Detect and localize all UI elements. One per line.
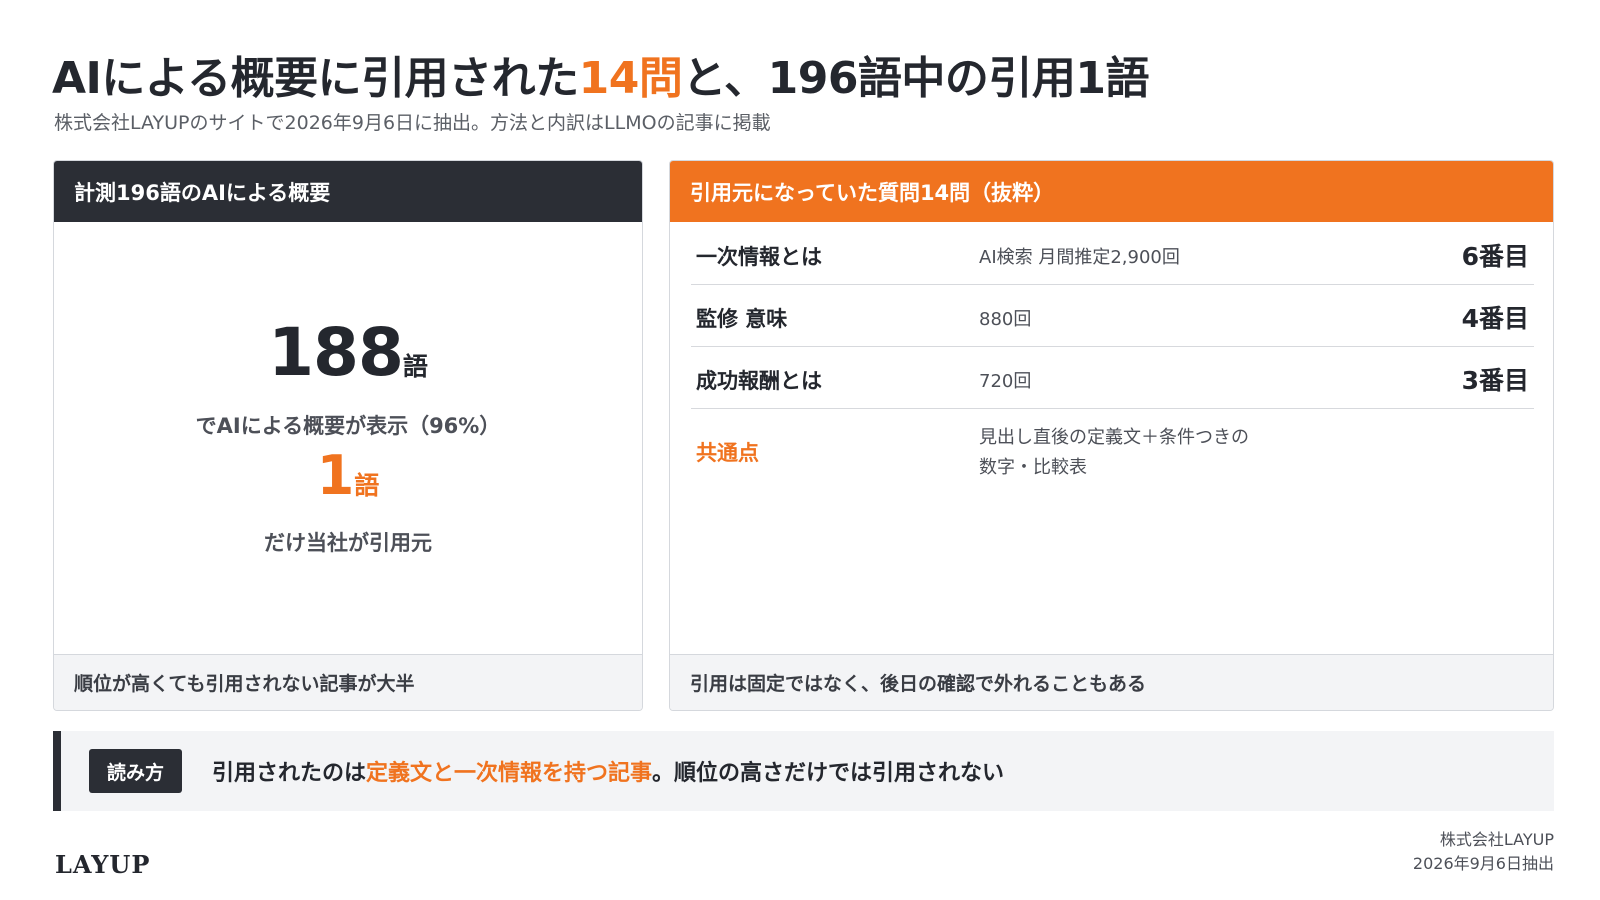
reading-guide-badge: 読み方 xyxy=(89,749,183,793)
cited-questions-heading: 引用元になっていた質問14問（抜粋） xyxy=(670,161,1553,222)
overview-count-value: 188 xyxy=(268,314,404,391)
question-row: 一次情報とは AI検索 月間推定2,900回 6番目 xyxy=(691,222,1534,285)
reading-guide-text: 引用されたのは定義文と一次情報を持つ記事。順位の高さだけでは引用されない xyxy=(212,755,1004,787)
question-keyword: 成功報酬とは xyxy=(696,369,822,393)
common-point-line1: 見出し直後の定義文＋条件つきの xyxy=(979,427,1249,448)
reading-text-part2: 。順位の高さだけでは引用されない xyxy=(652,761,1005,786)
title-part1: AIによる概要に引用された xyxy=(52,53,579,104)
page-subtitle: 株式会社LAYUPのサイトで2026年9月6日に抽出。方法と内訳はLLMOの記事… xyxy=(54,112,771,134)
question-rank: 3番目 xyxy=(1461,366,1529,395)
measurement-stats: 188語 でAIによる概要が表示（96%） 1語 だけ当社が引用元 xyxy=(54,222,642,654)
footer-company: 株式会社LAYUP xyxy=(1439,830,1554,849)
question-keyword: 監修 意味 xyxy=(696,307,788,331)
cited-count-unit: 語 xyxy=(354,471,380,500)
page-title: AIによる概要に引用された14問と、196語中の引用1語 xyxy=(52,42,1150,106)
cited-count-label: だけ当社が引用元 xyxy=(264,531,432,555)
title-part2: と、196語中の引用1語 xyxy=(682,53,1150,104)
layup-logo: LAYUP xyxy=(55,850,151,879)
title-accent: 14問 xyxy=(578,53,683,104)
overview-count-unit: 語 xyxy=(402,352,428,381)
cited-count: 1語 xyxy=(54,444,642,507)
overview-count: 188語 xyxy=(54,314,642,391)
question-volume: AI検索 月間推定2,900回 xyxy=(979,247,1180,268)
question-row: 監修 意味 880回 4番目 xyxy=(691,285,1534,347)
footer-date: 2026年9月6日抽出 xyxy=(1412,854,1554,873)
cited-questions-footer: 引用は固定ではなく、後日の確認で外れることもある xyxy=(670,654,1553,710)
common-point-line2: 数字・比較表 xyxy=(979,457,1087,478)
reading-guide: 読み方 引用されたのは定義文と一次情報を持つ記事。順位の高さだけでは引用されない xyxy=(53,731,1554,811)
question-row: 成功報酬とは 720回 3番目 xyxy=(691,347,1534,409)
cited-count-value: 1 xyxy=(316,444,355,507)
common-point-label: 共通点 xyxy=(696,441,759,465)
footer-credit: 株式会社LAYUP 2026年9月6日抽出 xyxy=(1413,828,1554,876)
question-rank: 4番目 xyxy=(1461,304,1529,333)
common-point-description: 見出し直後の定義文＋条件つきの 数字・比較表 xyxy=(979,423,1249,483)
question-volume: 880回 xyxy=(979,309,1032,330)
reading-text-accent: 定義文と一次情報を持つ記事 xyxy=(366,761,653,786)
question-rank: 6番目 xyxy=(1461,242,1529,271)
question-volume: 720回 xyxy=(979,371,1032,392)
question-keyword: 一次情報とは xyxy=(696,245,822,269)
cited-questions-card: 引用元になっていた質問14問（抜粋） 一次情報とは AI検索 月間推定2,900… xyxy=(669,160,1554,711)
measurement-card: 計測196語のAIによる概要 188語 でAIによる概要が表示（96%） 1語 … xyxy=(53,160,643,711)
measurement-card-heading: 計測196語のAIによる概要 xyxy=(54,161,642,222)
overview-count-label: でAIによる概要が表示（96%） xyxy=(195,414,501,438)
measurement-card-footer: 順位が高くても引用されない記事が大半 xyxy=(54,654,642,710)
common-point-row: 共通点 見出し直後の定義文＋条件つきの 数字・比較表 xyxy=(691,409,1534,499)
reading-text-part1: 引用されたのは xyxy=(212,761,367,786)
